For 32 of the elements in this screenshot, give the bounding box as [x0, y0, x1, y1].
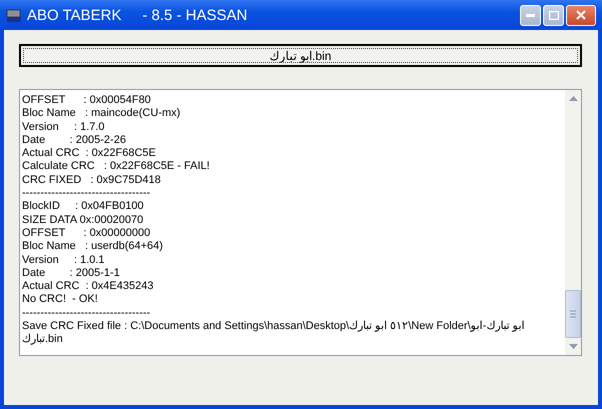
log-line: OFFSET : 0x00054F80 — [22, 94, 152, 108]
log-line: SIZE DATA 0x:00020070 — [22, 214, 144, 227]
log-line: BlockID : 0x04FB0100 — [22, 200, 145, 214]
close-icon — [576, 10, 586, 20]
scroll-up-icon[interactable] — [568, 96, 578, 101]
scroll-thumb[interactable] — [565, 290, 581, 338]
log-line: ----------------------------------- — [22, 187, 152, 200]
log-line: Actual CRC : 0x22F68C5E — [22, 147, 157, 160]
log-line: CRC FIXED : 0x9C75D418 — [22, 174, 162, 188]
log-line: Bloc Name : userdb(64+64) — [22, 240, 164, 254]
scrollbar[interactable] — [565, 90, 581, 355]
log-line: Bloc Name : maincode(CU-mx) — [22, 107, 182, 121]
window-title: ABO TABERK - 8.5 - HASSAN — [27, 6, 248, 24]
log-line: ----------------------------------- — [22, 306, 152, 320]
log-line: Version : 1.7.0 — [22, 120, 106, 134]
grip-icon — [570, 310, 576, 318]
log-line: Actual CRC : 0x4E435243 — [22, 280, 154, 294]
scroll-down-icon[interactable] — [568, 344, 578, 349]
app-icon — [6, 7, 22, 23]
log-line: Save CRC Fixed file : C:\Documents and Settings\hassan\Desktop\٥١٢ ابو تبارك\New Folder\ابو تبارك-ابو تبارك.bin — [22, 320, 526, 347]
log-line: Date : 2005-2-26 — [22, 134, 127, 148]
log-line: No CRC! - OK! — [22, 293, 99, 307]
log-line: Calculate CRC : 0x22F68C5E - FAIL! — [22, 160, 211, 174]
log-line: Version : 1.0.1 — [22, 254, 106, 267]
maximize-icon — [548, 10, 558, 20]
minimize-button[interactable] — [520, 4, 541, 26]
minimize-icon — [526, 14, 535, 16]
maximize-button[interactable] — [543, 4, 564, 26]
log-line: OFFSET : 0x00000000 — [22, 226, 152, 240]
file-button[interactable]: ابو تبارك.bin — [19, 44, 582, 67]
close-button[interactable] — [566, 4, 596, 26]
log-line: Date : 2005-1-1 — [22, 266, 121, 280]
